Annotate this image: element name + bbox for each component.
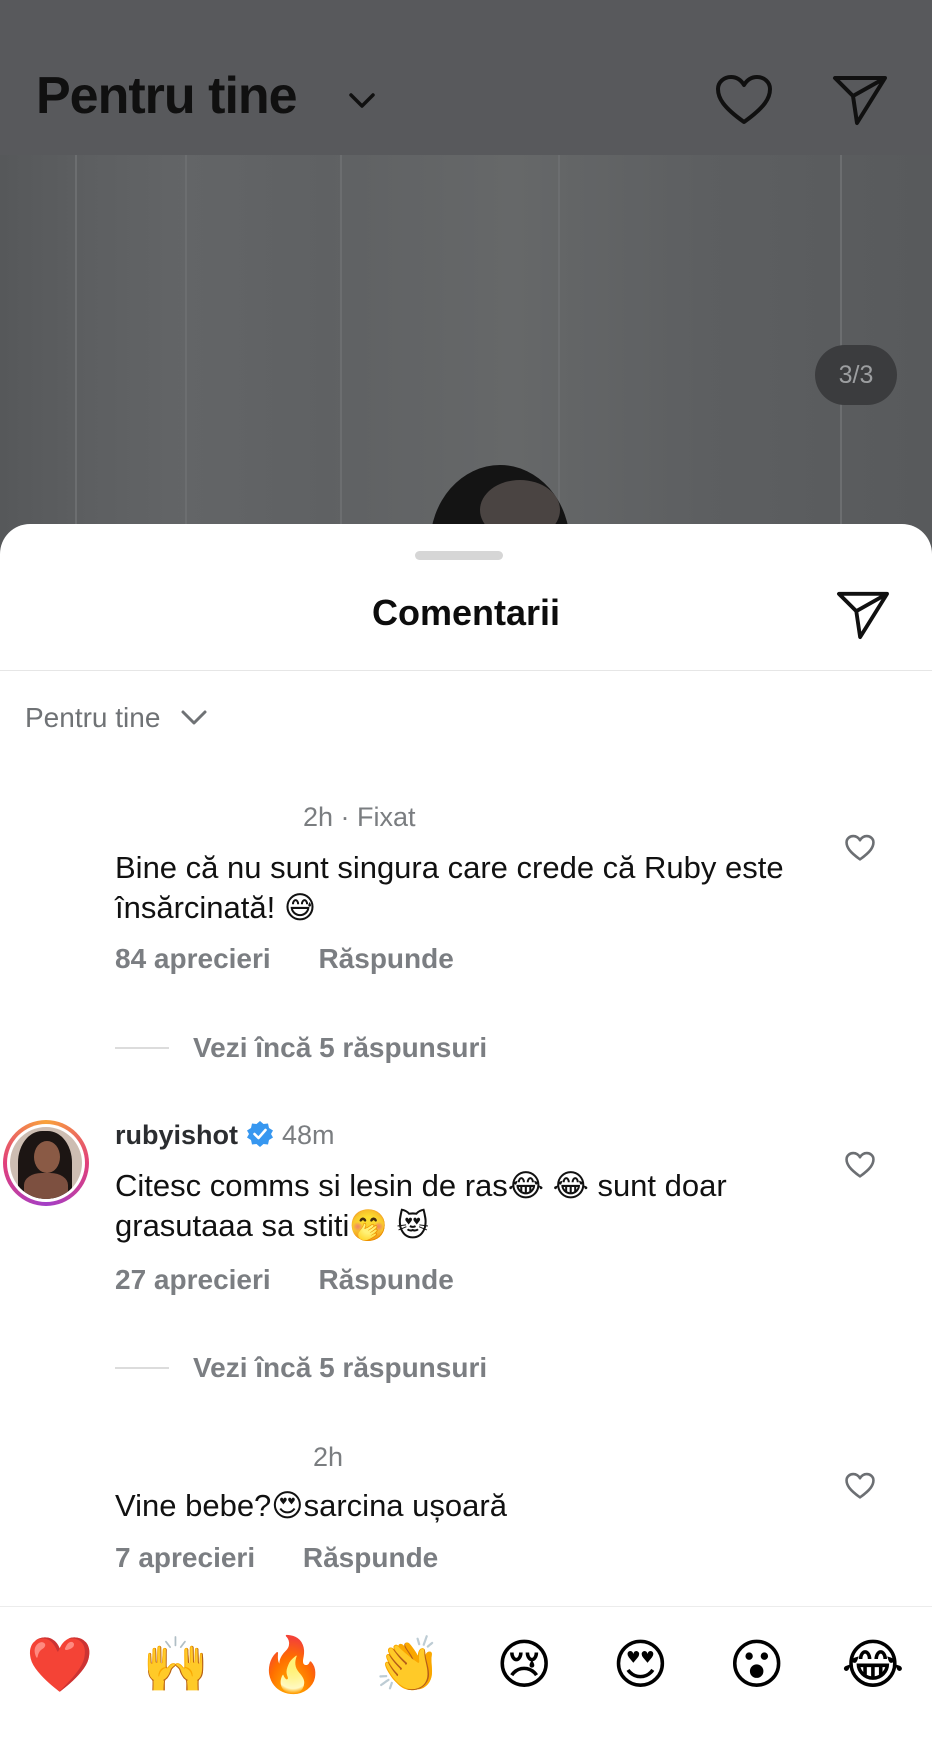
divider <box>0 1606 932 1607</box>
quick-reactions-bar: ❤️ 🙌 🔥 👏 😢 😍 😮 😂 <box>0 1632 932 1698</box>
comments-sheet: Comentarii Pentru tine 2h · Fixat Bine c… <box>0 524 932 1738</box>
heart-icon[interactable] <box>845 834 875 862</box>
feed-title[interactable]: Pentru tine <box>36 66 298 126</box>
reaction-raised-hands[interactable]: 🙌 <box>142 1632 209 1698</box>
avatar[interactable] <box>3 1120 89 1206</box>
heart-icon[interactable] <box>715 74 773 126</box>
reaction-heart[interactable]: ❤️ <box>26 1632 93 1698</box>
likes-count[interactable]: 7 aprecieri <box>115 1542 255 1573</box>
sheet-title: Comentarii <box>371 592 561 633</box>
comment-text: Bine că nu sunt singura care crede că Ru… <box>115 850 784 925</box>
sheet-grabber[interactable] <box>415 551 503 560</box>
sort-dropdown[interactable]: Pentru tine <box>25 702 208 734</box>
chevron-down-icon[interactable] <box>348 92 376 110</box>
reaction-cry[interactable]: 😢 <box>491 1632 557 1698</box>
reaction-clap[interactable]: 👏 <box>375 1632 442 1698</box>
comment-time: 2h · Fixat <box>303 802 416 832</box>
heart-icon[interactable] <box>845 1151 875 1179</box>
likes-count[interactable]: 84 aprecieri <box>115 943 271 974</box>
comment-actions: 27 aprecieri Răspunde <box>115 1264 454 1296</box>
carousel-counter: 3/3 <box>815 345 897 405</box>
comment-time: 2h <box>313 1442 344 1472</box>
view-replies-button[interactable]: Vezi încă 5 răspunsuri <box>115 1352 487 1384</box>
comment-actions: 84 aprecieri Răspunde <box>115 943 454 975</box>
reply-button[interactable]: Răspunde <box>318 1264 453 1295</box>
comment-actions: 7 aprecieri Răspunde <box>115 1542 438 1574</box>
reaction-fire[interactable]: 🔥 <box>259 1632 326 1698</box>
reply-button[interactable]: Răspunde <box>318 943 453 974</box>
comment-text: Citesc comms si lesin de ras😂 😂 sunt doa… <box>115 1168 727 1243</box>
comment-text: Vine bebe?😍sarcina ușoară <box>115 1488 507 1523</box>
comment-meta: rubyishot 48m <box>115 1120 335 1151</box>
reaction-heart-eyes[interactable]: 😍 <box>607 1632 673 1698</box>
sort-label: Pentru tine <box>25 702 161 733</box>
reaction-laugh[interactable]: 😂 <box>840 1632 906 1698</box>
comment-username[interactable]: rubyishot <box>115 1120 238 1150</box>
send-icon[interactable] <box>832 74 888 126</box>
comment-time: 48m <box>282 1120 335 1150</box>
post-image: 3/3 <box>0 155 932 555</box>
share-send-icon[interactable] <box>836 590 890 640</box>
view-replies-button[interactable]: Vezi încă 5 răspunsuri <box>115 1032 487 1064</box>
reaction-surprised[interactable]: 😮 <box>724 1632 790 1698</box>
reply-button[interactable]: Răspunde <box>303 1542 438 1573</box>
heart-icon[interactable] <box>845 1472 875 1500</box>
divider <box>0 670 932 671</box>
feed-header: Pentru tine <box>0 0 932 155</box>
verified-badge-icon <box>247 1121 274 1147</box>
chevron-down-icon <box>181 710 207 725</box>
likes-count[interactable]: 27 aprecieri <box>115 1264 271 1295</box>
view-replies-label: Vezi încă 5 răspunsuri <box>193 1352 488 1383</box>
view-replies-label: Vezi încă 5 răspunsuri <box>193 1032 488 1063</box>
